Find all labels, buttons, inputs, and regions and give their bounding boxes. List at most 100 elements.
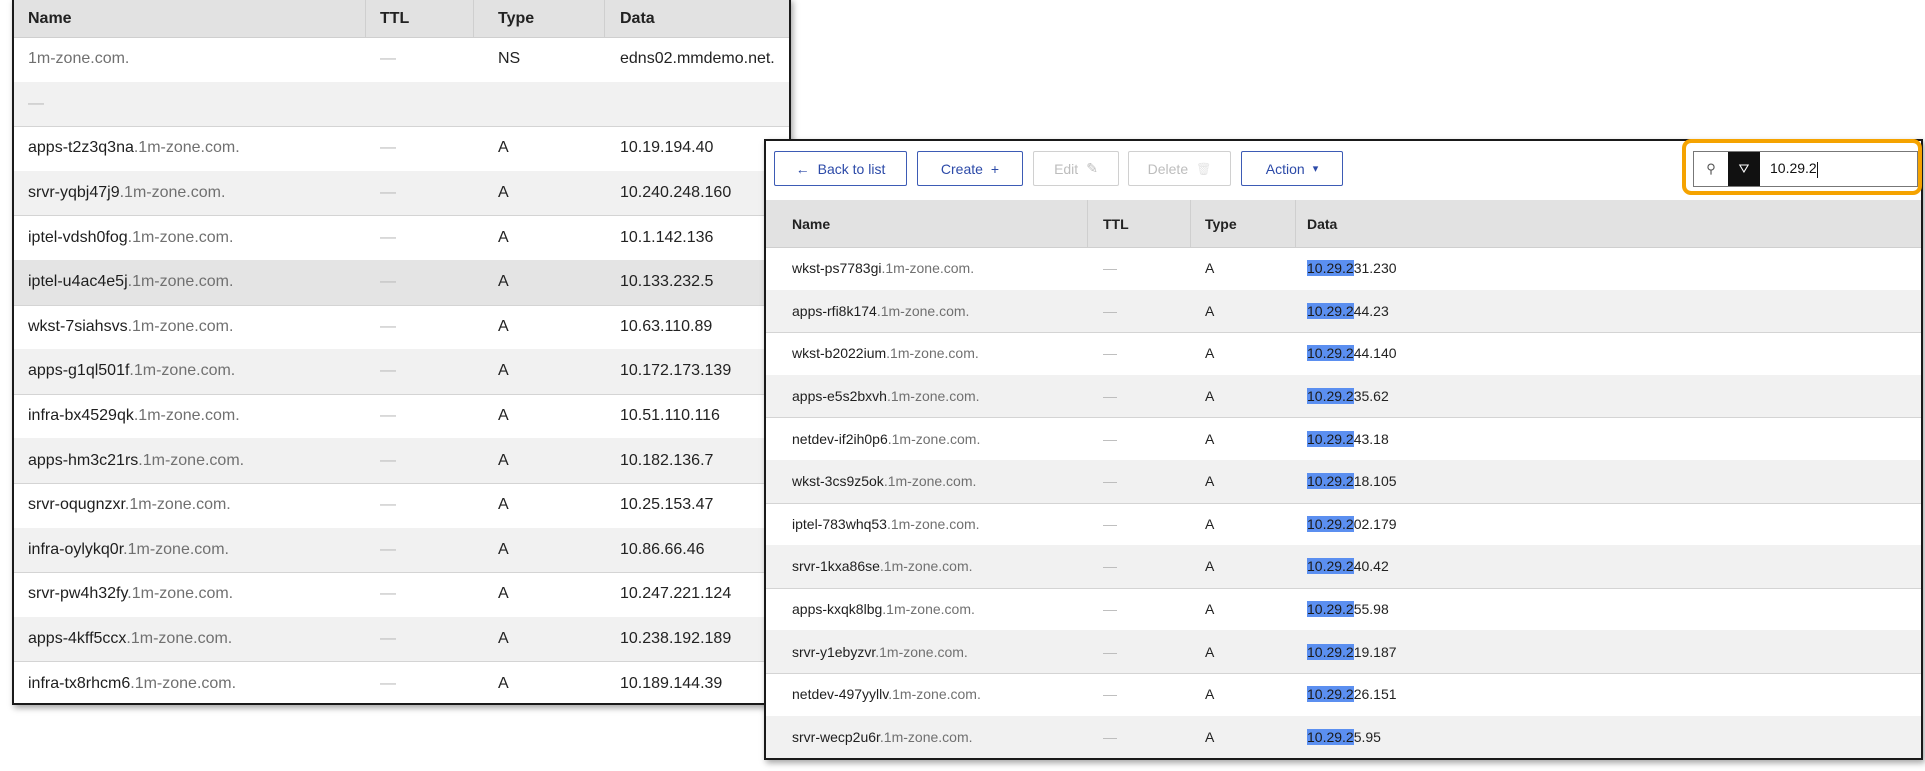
record-ttl: — (380, 139, 396, 157)
record-ttl: — (1103, 302, 1117, 319)
table-row[interactable]: iptel-vdsh0fog.1m-zone.com. — A 10.1.142.13… (14, 215, 789, 261)
record-host: wkst-ps7783gi (792, 260, 882, 277)
record-zone: .1m-zone.com. (123, 540, 229, 558)
record-ttl: — (380, 317, 396, 335)
table-row[interactable]: srvr-yqbj47j9.1m-zone.com. — A 10.240.248.1… (14, 170, 789, 217)
delete-button[interactable]: Delete 🗑 (1128, 151, 1231, 186)
table-row[interactable]: apps-e5s2bxvh.1m-zone.com. — A 10.29.235.62 (766, 374, 1921, 419)
table-row[interactable]: wkst-ps7783gi.1m-zone.com. — A 10.29.231.23… (766, 247, 1921, 291)
table-row[interactable]: netdev-if2ih0p6.1m-zone.com. — A 10.29.243.… (766, 417, 1921, 461)
table-row[interactable]: infra-oylykq0r.1m-zone.com. — A 10.86.66.46 (14, 527, 789, 574)
search-match-highlight: 10.29.2 (1307, 345, 1354, 362)
record-data-rest: 44.23 (1353, 302, 1389, 319)
table-row[interactable]: wkst-b2022ium.1m-zone.com. — A 10.29.244.14… (766, 332, 1921, 376)
table-row[interactable]: srvr-1kxa86se.1m-zone.com. — A 10.29.240.42 (766, 545, 1921, 589)
record-zone: .1m-zone.com. (875, 643, 968, 660)
column-header-data[interactable]: Data (1307, 216, 1337, 232)
table-row[interactable]: apps-hm3c21rs.1m-zone.com. — A 10.182.136.7 (14, 438, 789, 484)
table-row[interactable]: apps-g1ql501f.1m-zone.com. — A 10.172.173.1… (14, 349, 789, 395)
record-type: A (498, 407, 509, 425)
record-ttl: — (1103, 388, 1117, 405)
record-host: wkst-7siahsvs (28, 317, 128, 335)
record-zone: .1m-zone.com. (886, 515, 980, 532)
record-host: srvr-yqbj47j9 (28, 184, 120, 202)
record-name: netdev-497yyllv.1m-zone.com. (792, 686, 981, 702)
record-data: 10.133.232.5 (620, 273, 714, 291)
table-row[interactable]: apps-rfi8k174.1m-zone.com. — A 10.29.244.23 (766, 289, 1921, 334)
record-data: 10.240.248.160 (620, 184, 732, 202)
table-row[interactable]: infra-bx4529qk.1m-zone.com. — A 10.51.110.1… (14, 394, 789, 440)
dns-records-table-unfiltered: Name TTL Type Data 1m-zone.com. — NS edns02… (12, 0, 791, 705)
column-header-name[interactable]: Name (28, 10, 72, 28)
record-type: A (498, 273, 509, 291)
record-ttl: — (1103, 430, 1117, 447)
back-to-list-button[interactable]: ← Back to list (774, 151, 907, 186)
record-ttl: — (1103, 345, 1117, 362)
table-row[interactable]: srvr-y1ebyzvr.1m-zone.com. — A 10.29.219.18… (766, 630, 1921, 674)
edit-button[interactable]: Edit ✎ (1033, 151, 1119, 186)
record-name: wkst-ps7783gi.1m-zone.com. (792, 260, 974, 276)
record-type: A (1205, 302, 1215, 319)
column-header-ttl[interactable]: TTL (1103, 216, 1129, 232)
record-zone: .1m-zone.com. (879, 558, 973, 575)
record-ttl: — (380, 184, 396, 202)
table-row[interactable]: 1m-zone.com. — NS edns02.mmdemo.net. (14, 37, 789, 83)
table-row[interactable]: infra-tx8rhcm6.1m-zone.com. — A 10.189.144.… (14, 661, 789, 703)
table-row[interactable]: apps-4kff5ccx.1m-zone.com. — A 10.238.192.1… (14, 616, 789, 663)
record-name: srvr-oqugnzxr.1m-zone.com. (28, 496, 231, 514)
record-data-rest: 35.62 (1353, 388, 1389, 405)
table-row[interactable]: iptel-u4ac4e5j.1m-zone.com. — A 10.133.232.… (14, 260, 789, 306)
table-row[interactable]: apps-t2z3q3na.1m-zone.com. — A 10.19.194.40 (14, 126, 789, 172)
record-type: A (1205, 643, 1215, 660)
search-match-highlight: 10.29.2 (1307, 388, 1354, 405)
edit-label: Edit (1054, 160, 1079, 177)
column-header-ttl[interactable]: TTL (380, 10, 409, 28)
table-row[interactable]: apps-kxqk8lbg.1m-zone.com. — A 10.29.255.98 (766, 588, 1921, 632)
table-header: Name TTL Type Data (766, 200, 1921, 248)
search-focus-highlight (1682, 139, 1922, 195)
pencil-icon: ✎ (1086, 160, 1098, 176)
search-match-highlight: 10.29.2 (1307, 601, 1354, 618)
record-host: wkst-b2022ium (792, 345, 887, 362)
table-row[interactable]: srvr-wecp2u6r.1m-zone.com. — A 10.29.25.95 (766, 715, 1921, 758)
search-match-highlight: 10.29.2 (1307, 430, 1354, 447)
record-type: A (1205, 686, 1215, 703)
create-button[interactable]: Create + (917, 151, 1023, 186)
record-data: 10.29.243.18 (1307, 430, 1389, 447)
record-data-rest: 02.179 (1353, 515, 1397, 532)
search-match-highlight: 10.29.2 (1307, 473, 1354, 490)
record-name: infra-tx8rhcm6.1m-zone.com. (28, 675, 236, 693)
table-row[interactable]: srvr-pw4h32fy.1m-zone.com. — A 10.247.221.1… (14, 572, 789, 618)
record-zone: .1m-zone.com. (879, 728, 973, 745)
table-row[interactable]: srvr-oqugnzxr.1m-zone.com. — A 10.25.153.47 (14, 483, 789, 529)
record-zone: .1m-zone.com. (124, 496, 231, 514)
record-host: srvr-pw4h32fy (28, 585, 128, 603)
record-name: apps-g1ql501f.1m-zone.com. (28, 362, 235, 380)
record-data-rest: 40.42 (1353, 558, 1389, 575)
table-row[interactable]: iptel-783whq53.1m-zone.com. — A 10.29.202.1… (766, 503, 1921, 547)
record-host: apps-e5s2bxvh (792, 388, 887, 405)
table-row[interactable]: wkst-3cs9z5ok.1m-zone.com. — A 10.29.218.10… (766, 460, 1921, 504)
record-type: A (498, 630, 509, 648)
table-row[interactable]: — (14, 81, 789, 128)
column-header-data[interactable]: Data (620, 10, 655, 28)
table-header: Name TTL Type Data (14, 0, 789, 38)
table-row[interactable]: wkst-7siahsvs.1m-zone.com. — A 10.63.110.89 (14, 305, 789, 351)
record-host: apps-t2z3q3na (28, 139, 134, 157)
record-name: srvr-1kxa86se.1m-zone.com. (792, 558, 973, 574)
dns-records-table-filtered: ← Back to list Create + Edit ✎ Delete 🗑 … (764, 139, 1923, 760)
table-row[interactable]: netdev-497yyllv.1m-zone.com. — A 10.29.226.… (766, 673, 1921, 717)
record-type: A (1205, 515, 1215, 532)
record-name: apps-hm3c21rs.1m-zone.com. (28, 452, 244, 470)
column-header-name[interactable]: Name (792, 216, 830, 232)
record-data: 10.29.226.151 (1307, 686, 1397, 703)
action-dropdown-button[interactable]: Action ▾ (1241, 151, 1343, 186)
record-data: 10.29.235.62 (1307, 388, 1389, 405)
column-header-type[interactable]: Type (498, 10, 534, 28)
record-ttl: — (380, 407, 396, 425)
record-ttl: — (380, 540, 396, 558)
column-header-type[interactable]: Type (1205, 216, 1237, 232)
plus-icon: + (990, 160, 1000, 177)
record-zone: .1m-zone.com. (130, 674, 237, 692)
record-host: srvr-1kxa86se (792, 558, 880, 575)
